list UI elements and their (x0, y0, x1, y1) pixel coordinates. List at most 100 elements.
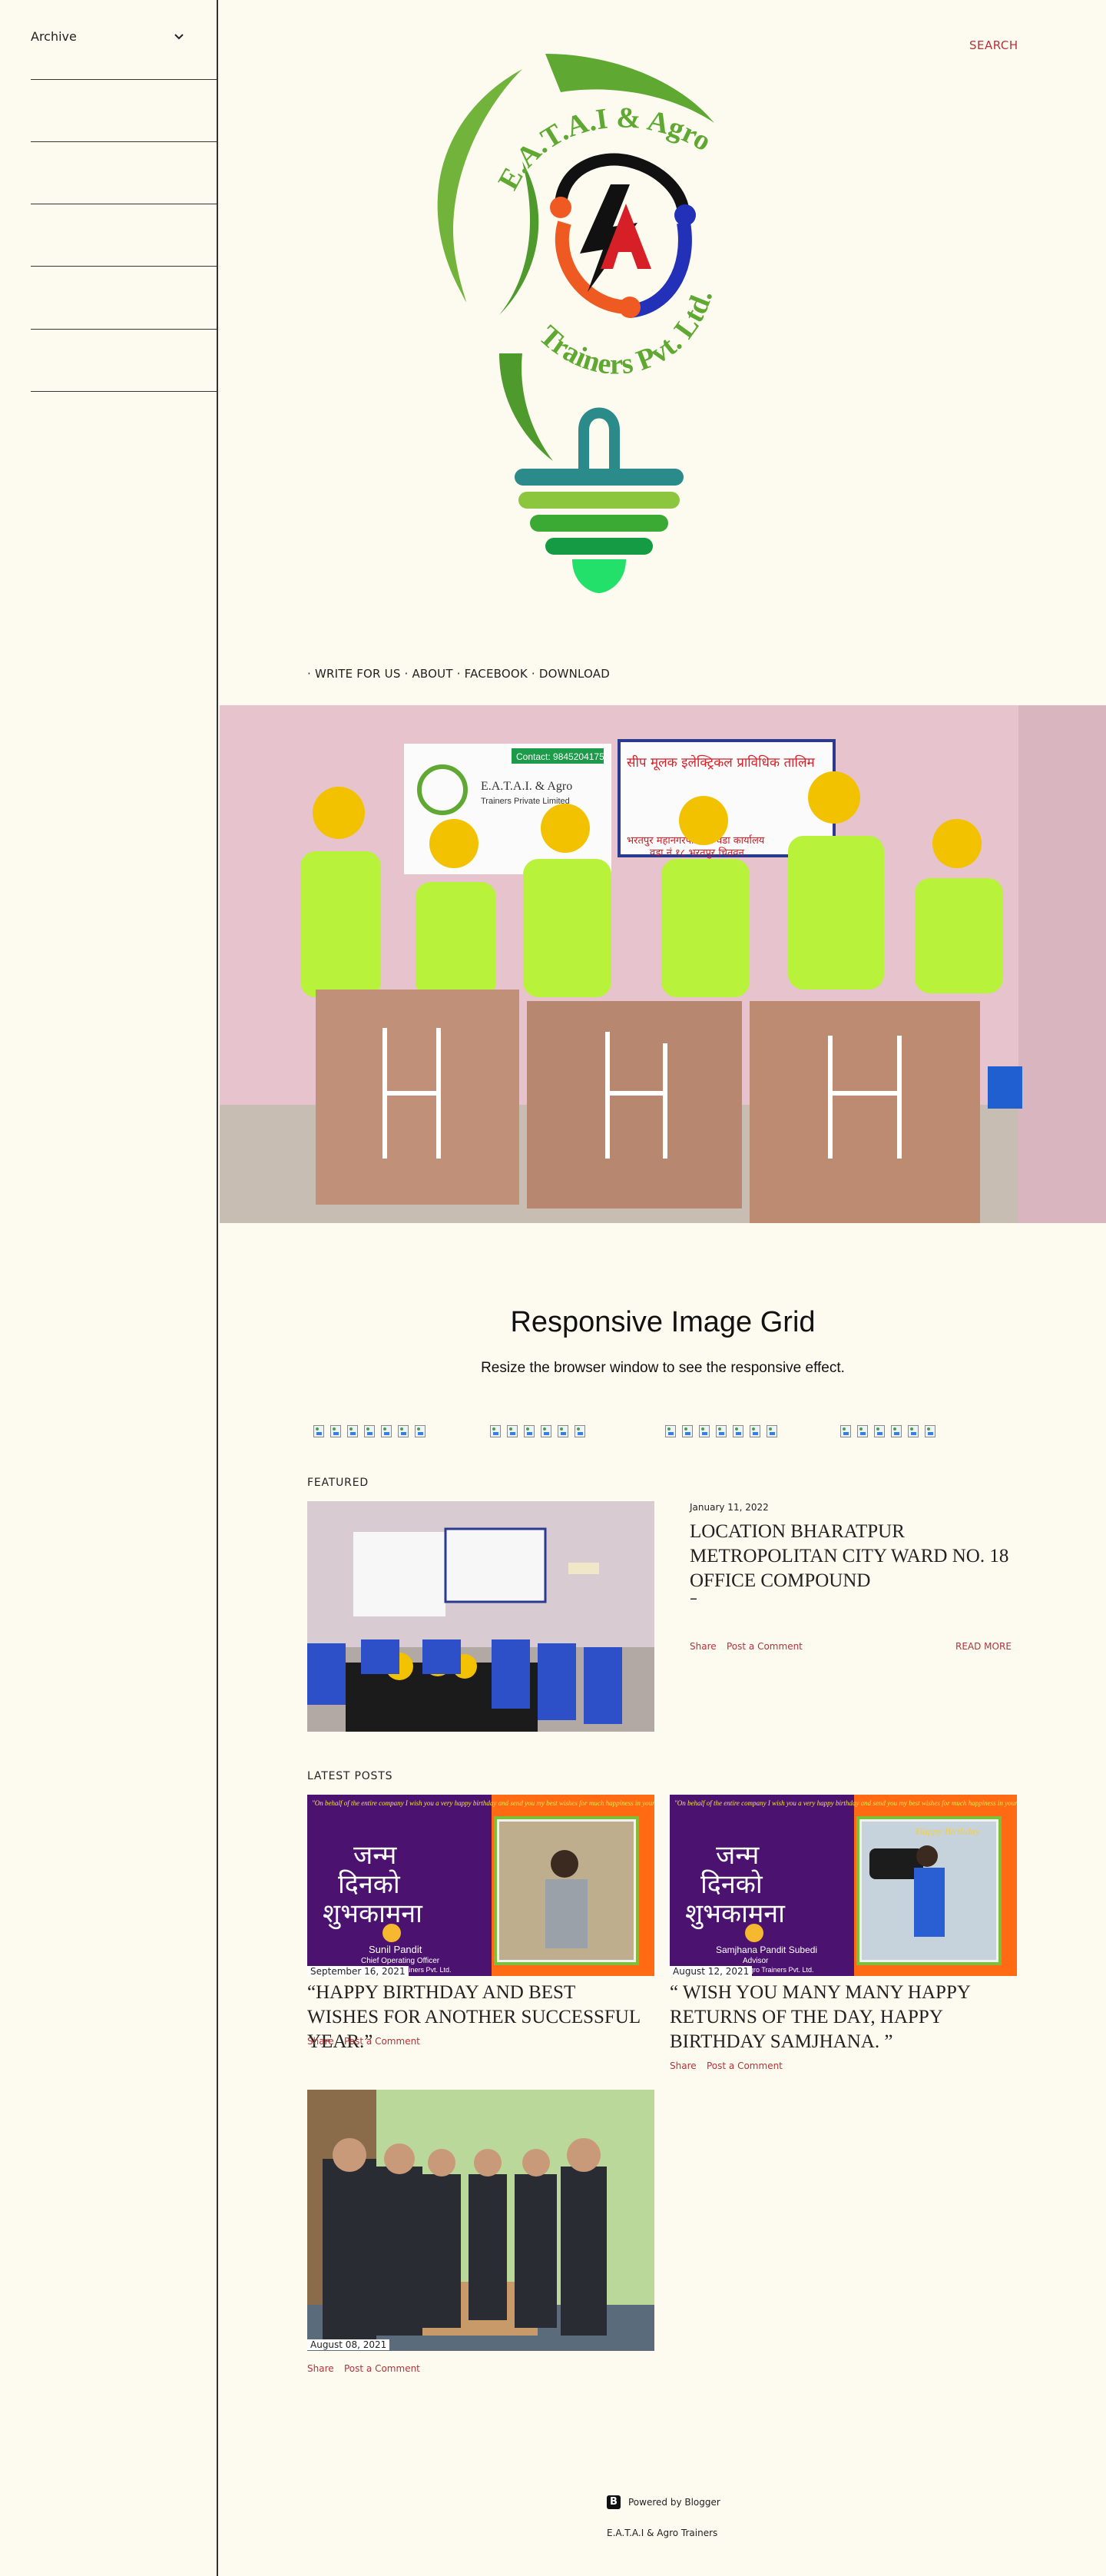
broken-image-icon (767, 1425, 777, 1437)
broken-image-icon (398, 1425, 409, 1437)
post-date: August 12, 2021 (670, 1966, 753, 1977)
broken-image-icon (558, 1425, 568, 1437)
post-comment-link[interactable]: Post a Comment (707, 2060, 783, 2071)
broken-image-icon (874, 1425, 885, 1437)
bulb-band (515, 469, 684, 486)
featured-post-image[interactable] (307, 1501, 654, 1732)
emblem-node (619, 297, 641, 318)
broken-image-icon (330, 1425, 341, 1437)
broken-image-icon (857, 1425, 868, 1437)
post-share-link[interactable]: Share (307, 2363, 334, 2374)
search-link[interactable]: SEARCH (969, 38, 1018, 52)
post-image[interactable]: "On behalf of the entire company I wish … (670, 1795, 1017, 1976)
broken-image-icon (347, 1425, 358, 1437)
archive-divider (31, 141, 218, 142)
svg-text:E.A.T.A.I & Agro: E.A.T.A.I & Agro (492, 101, 717, 195)
banner-right-line2: वडा नं १८ भरतपुर चितवन (650, 847, 745, 859)
card-role: Advisor (743, 1957, 769, 1965)
card-happy-birthday: Happy Birthday (915, 1825, 980, 1837)
bulb-stem (578, 407, 620, 476)
card-hindi-3: शुभकामना (323, 1898, 423, 1930)
image-grid-column (840, 1425, 935, 1437)
broken-image-icon (313, 1425, 324, 1437)
image-grid-column (490, 1425, 585, 1437)
bulb-tip (572, 559, 626, 593)
featured-read-more-link[interactable]: READ MORE (955, 1641, 1012, 1652)
latest-posts-label: LATEST POSTS (307, 1770, 393, 1782)
card-quote: "On behalf of the entire company I wish … (674, 1799, 1017, 1807)
archive-divider (31, 329, 218, 330)
featured-post-title[interactable]: LOCATION BHARATPUR METROPOLITAN CITY WAR… (690, 1520, 1012, 1593)
banner-company: E.A.T.A.I. & Agro (481, 780, 572, 793)
featured-post-dash: – (690, 1589, 697, 1607)
broken-image-icon (716, 1425, 727, 1437)
archive-divider (31, 79, 218, 80)
nav-about[interactable]: ABOUT (412, 667, 452, 681)
broken-image-icon (750, 1425, 760, 1437)
top-nav: · WRITE FOR US · ABOUT · FACEBOOK · DOWN… (307, 667, 610, 681)
featured-comment-link[interactable]: Post a Comment (727, 1641, 803, 1652)
card-name: Sunil Pandit (369, 1944, 422, 1955)
broken-image-icon (891, 1425, 902, 1437)
image-grid-column (665, 1425, 777, 1437)
logo-text-top: E.A.T.A.I & Agro (492, 101, 717, 195)
archive-divider (31, 391, 218, 392)
broken-image-icon (699, 1425, 710, 1437)
footer-copyright: E.A.T.A.I & Agro Trainers (607, 2528, 718, 2538)
card-quote: "On behalf of the entire company I wish … (312, 1799, 654, 1807)
bulb-band (518, 492, 680, 509)
grid-title: Responsive Image Grid (510, 1306, 816, 1338)
card-hindi-2: दिनको (338, 1869, 401, 1900)
nav-download[interactable]: DOWNLOAD (539, 667, 610, 681)
broken-image-icon (524, 1425, 535, 1437)
wiring-boards (316, 990, 980, 1223)
card-hindi-1: जन्म (716, 1840, 760, 1871)
broken-image-icon (507, 1425, 518, 1437)
featured-label: FEATURED (307, 1477, 369, 1489)
post-date: August 08, 2021 (307, 2339, 390, 2350)
site-logo[interactable]: E.A.T.A.I & Agro Trainers Pvt. Ltd. (407, 46, 753, 599)
broken-image-icon (541, 1425, 551, 1437)
archive-toggle[interactable]: Archive (31, 29, 184, 44)
card-hindi-1: जन्म (353, 1840, 397, 1871)
nav-write-for-us[interactable]: WRITE FOR US (315, 667, 401, 681)
chevron-down-icon (174, 33, 184, 39)
card-hindi-3: शुभकामना (685, 1898, 786, 1930)
banner-right-title: सीप मूलक इलेक्ट्रिकल प्राविधिक तालिम (627, 754, 815, 771)
broken-image-icon (490, 1425, 501, 1437)
banner-contact: Contact: 9845204175 (516, 751, 604, 762)
svg-text:"On behalf of the entire compa: "On behalf of the entire company I wish … (674, 1799, 1017, 1807)
card-name: Samjhana Pandit Subedi (716, 1944, 817, 1955)
featured-share-link[interactable]: Share (690, 1641, 717, 1652)
broken-image-icon (575, 1425, 585, 1437)
post-image[interactable] (307, 2090, 654, 2351)
broken-image-icon (381, 1425, 392, 1437)
broken-image-icon (415, 1425, 426, 1437)
broken-image-icon (682, 1425, 693, 1437)
post-share-link[interactable]: Share (307, 2036, 334, 2047)
broken-image-icon (665, 1425, 676, 1437)
banner-sub: Trainers Private Limited (481, 797, 570, 806)
broken-image-icon (840, 1425, 851, 1437)
post-date: September 16, 2021 (307, 1966, 409, 1977)
sidebar: Archive (0, 0, 218, 2576)
leaf-shape (499, 353, 553, 461)
svg-text:"On behalf of the entire compa: "On behalf of the entire company I wish … (312, 1799, 654, 1807)
card-role: Chief Operating Officer (361, 1957, 440, 1965)
broken-image-icon (908, 1425, 919, 1437)
post-image[interactable]: "On behalf of the entire company I wish … (307, 1795, 654, 1976)
hero-image: Contact: 9845204175 E.A.T.A.I. & Agro Tr… (220, 705, 1106, 1223)
nav-facebook[interactable]: FACEBOOK (465, 667, 528, 681)
image-grid-column (313, 1425, 426, 1437)
emblem-node (550, 197, 571, 218)
broken-image-icon (733, 1425, 743, 1437)
post-comment-link[interactable]: Post a Comment (344, 2036, 420, 2047)
blogger-icon (607, 2495, 621, 2509)
archive-divider (31, 266, 218, 267)
post-share-link[interactable]: Share (670, 2060, 697, 2071)
post-comment-link[interactable]: Post a Comment (344, 2363, 420, 2374)
broken-image-icon (925, 1425, 935, 1437)
featured-post-date: January 11, 2022 (690, 1502, 769, 1513)
powered-by-blogger[interactable]: Powered by Blogger (607, 2495, 720, 2509)
post-title[interactable]: “ WISH YOU MANY MANY HAPPY RETURNS OF TH… (670, 1981, 1017, 2054)
